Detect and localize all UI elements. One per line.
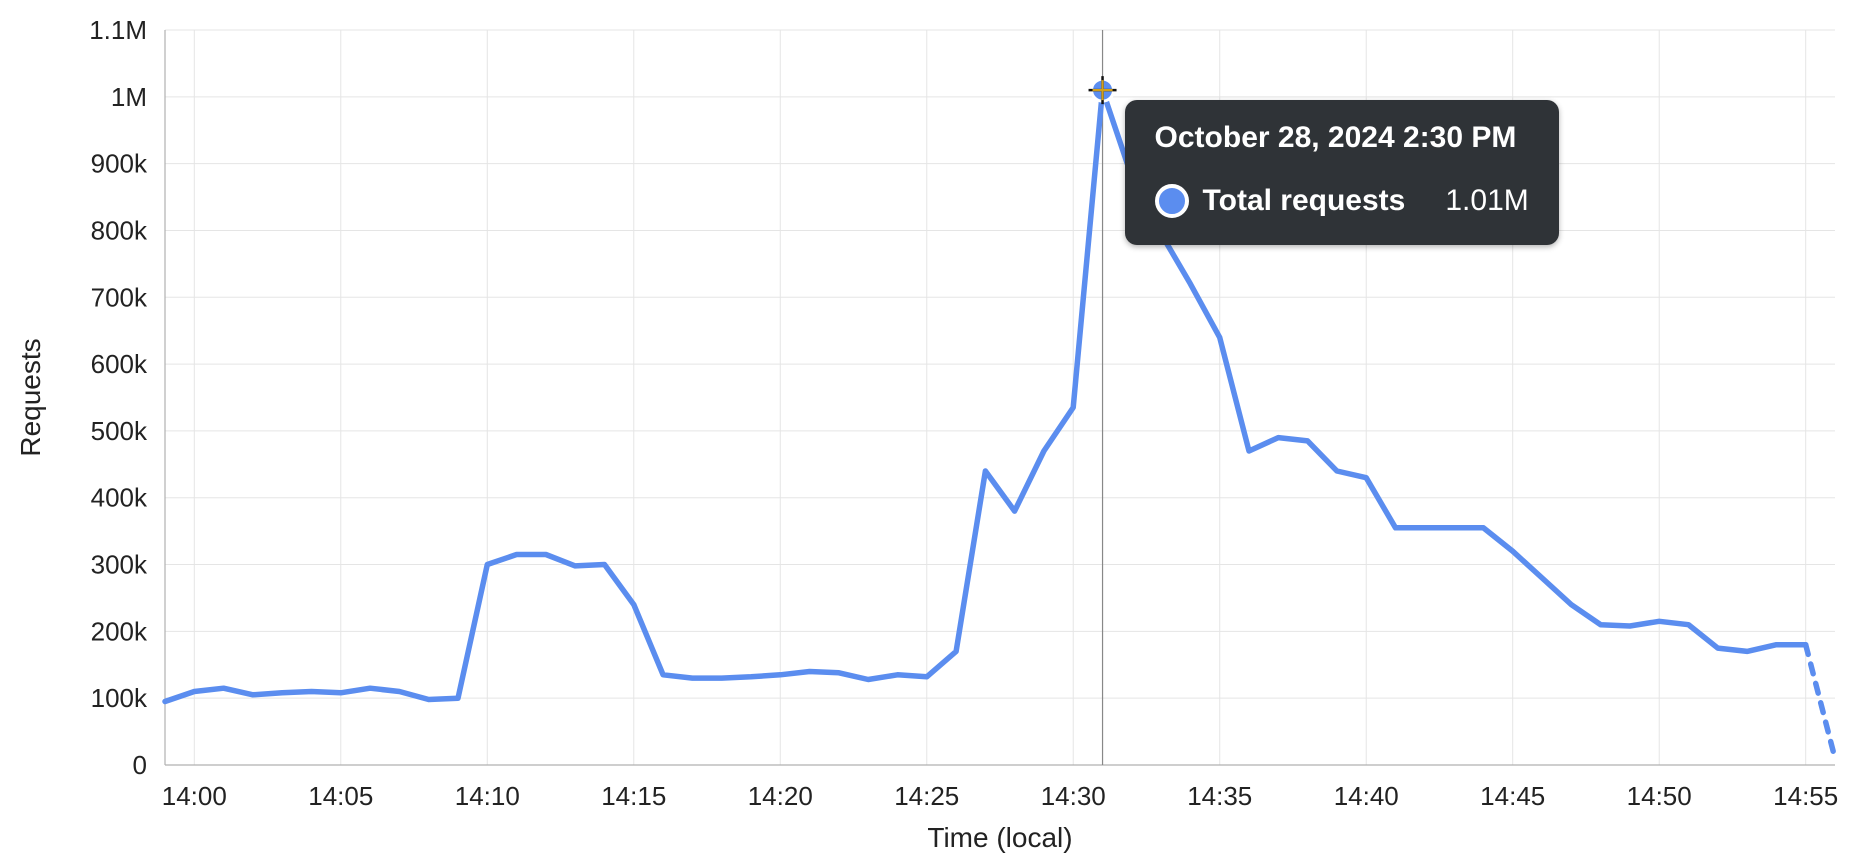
y-tick-label: 1M bbox=[111, 82, 147, 112]
y-tick-label: 600k bbox=[91, 349, 148, 379]
x-tick-label: 14:35 bbox=[1187, 781, 1252, 811]
y-tick-label: 300k bbox=[91, 550, 148, 580]
x-tick-label: 14:55 bbox=[1773, 781, 1838, 811]
x-tick-label: 14:30 bbox=[1041, 781, 1106, 811]
x-tick-label: 14:40 bbox=[1334, 781, 1399, 811]
y-tick-label: 400k bbox=[91, 483, 148, 513]
y-tick-label: 700k bbox=[91, 282, 148, 312]
x-tick-label: 14:45 bbox=[1480, 781, 1545, 811]
y-axis-title: Requests bbox=[15, 338, 46, 456]
y-tick-label: 0 bbox=[133, 750, 147, 780]
y-tick-label: 200k bbox=[91, 616, 148, 646]
y-tick-label: 800k bbox=[91, 215, 148, 245]
x-axis-title: Time (local) bbox=[927, 822, 1072, 853]
y-tick-label: 100k bbox=[91, 683, 148, 713]
x-tick-label: 14:15 bbox=[601, 781, 666, 811]
x-tick-label: 14:10 bbox=[455, 781, 520, 811]
x-tick-label: 14:00 bbox=[162, 781, 227, 811]
series-line-total-requests-projected bbox=[1806, 645, 1835, 759]
y-tick-label: 900k bbox=[91, 149, 148, 179]
x-tick-label: 14:20 bbox=[748, 781, 813, 811]
series-line-total-requests bbox=[165, 90, 1806, 701]
x-tick-label: 14:50 bbox=[1627, 781, 1692, 811]
chart-svg[interactable]: 0 100k 200k 300k 400k 500k 600k 700k 800k 900k 1M 1… bbox=[0, 0, 1850, 856]
y-tick-label: 500k bbox=[91, 416, 148, 446]
x-tick-label: 14:05 bbox=[308, 781, 373, 811]
y-tick-label: 1.1M bbox=[89, 15, 147, 45]
requests-line-chart[interactable]: 0 100k 200k 300k 400k 500k 600k 700k 800k 900k 1M 1… bbox=[0, 0, 1850, 856]
x-tick-label: 14:25 bbox=[894, 781, 959, 811]
